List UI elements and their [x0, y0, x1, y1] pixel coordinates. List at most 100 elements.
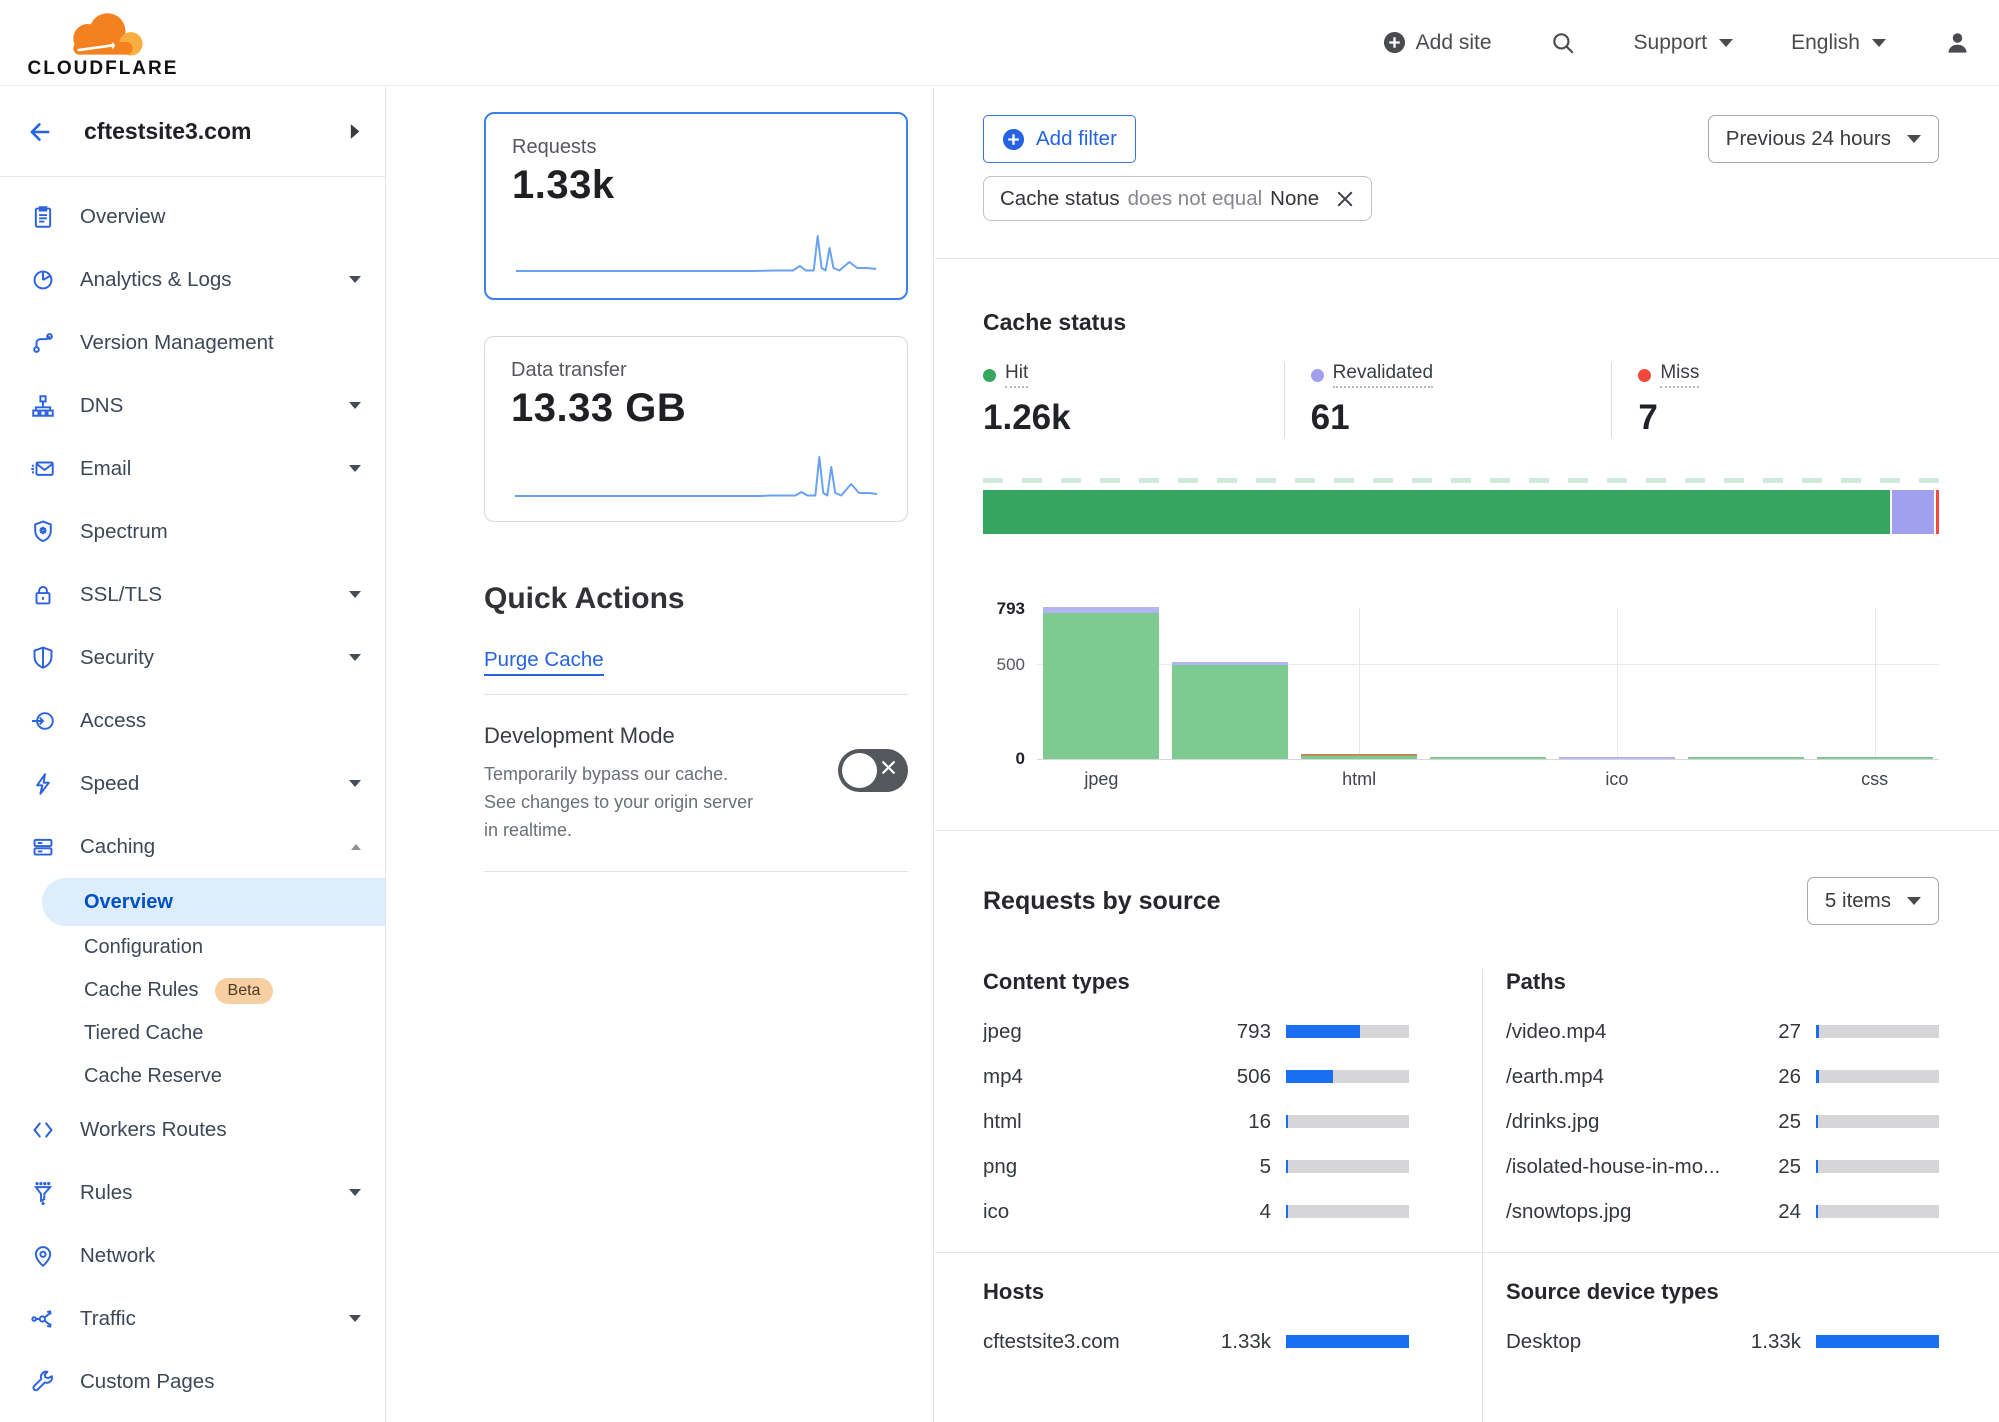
- bar-column: [1810, 608, 1939, 759]
- table-row: /earth.mp4 26: [1506, 1054, 1939, 1099]
- add-site-button[interactable]: Add site: [1383, 31, 1492, 55]
- miss-value: 7: [1638, 398, 1929, 438]
- paths-table: Paths /video.mp4 27 /earth.mp4 26 /drink…: [1506, 969, 1939, 1234]
- sidebar-item-spectrum[interactable]: Spectrum: [0, 500, 385, 563]
- miss-legend-dot: [1638, 369, 1651, 382]
- requests-by-source-title: Requests by source: [983, 887, 1221, 916]
- search-icon: [1550, 30, 1576, 56]
- top-bar: CLOUDFLARE Add site Support English: [0, 0, 1999, 86]
- account-avatar[interactable]: [1944, 29, 1971, 56]
- sidebar-item-ssl-tls[interactable]: SSL/TLS: [0, 563, 385, 626]
- server-stack-icon: [28, 834, 58, 860]
- content-types-table: Content types jpeg 793 mp4 506 html 16: [983, 969, 1459, 1234]
- sidebar-item-overview[interactable]: Overview: [0, 185, 385, 248]
- share-network-icon: [28, 1306, 58, 1332]
- revalidated-label[interactable]: Revalidated: [1333, 362, 1433, 388]
- sidebar-item-caching[interactable]: Caching: [0, 815, 385, 878]
- items-count-select[interactable]: 5 items: [1807, 877, 1939, 925]
- bar-segment-hit: [1301, 756, 1417, 759]
- progress-bar: [1816, 1115, 1939, 1128]
- stacked-hit-segment: [983, 490, 1890, 534]
- requests-sparkline: [512, 226, 880, 284]
- sidebar-item-dns[interactable]: DNS: [0, 374, 385, 437]
- close-icon[interactable]: [1335, 189, 1355, 209]
- chevron-down-icon: [349, 402, 361, 409]
- add-filter-button[interactable]: Add filter: [983, 115, 1136, 163]
- x-tick-label: jpeg: [1037, 769, 1166, 790]
- chevron-down-icon: [1872, 39, 1886, 47]
- stacked-revalidated-segment: [1890, 490, 1934, 534]
- sidebar-item-security[interactable]: Security: [0, 626, 385, 689]
- cloudflare-wordmark: CLOUDFLARE: [28, 58, 179, 80]
- progress-bar: [1286, 1335, 1409, 1348]
- progress-bar: [1816, 1160, 1939, 1173]
- chevron-right-icon[interactable]: [348, 123, 361, 140]
- sidebar-item-custom-pages[interactable]: Custom Pages: [0, 1350, 385, 1413]
- stat-revalidated: Revalidated 61: [1284, 362, 1612, 438]
- sidebar-item-access[interactable]: Access: [0, 689, 385, 752]
- hierarchy-icon: [28, 393, 58, 419]
- cache-status-title: Cache status: [983, 309, 1939, 336]
- location-pin-icon: [28, 1243, 58, 1269]
- plus-circle-icon: [1002, 128, 1025, 151]
- sidebar-item-network[interactable]: Network: [0, 1224, 385, 1287]
- cloudflare-logo[interactable]: CLOUDFLARE: [18, 6, 188, 80]
- sidebar-item-analytics-logs[interactable]: Analytics & Logs: [0, 248, 385, 311]
- sidebar-nav: Overview Analytics & Logs Version Manage…: [0, 177, 385, 1413]
- cache-status-bar-chart: 793 500 0 jpeghtmlicocss: [983, 608, 1939, 790]
- time-range-select[interactable]: Previous 24 hours: [1708, 115, 1939, 163]
- bar-column: [1552, 608, 1681, 759]
- sidebar-subitem-caching-overview[interactable]: Overview: [42, 878, 385, 926]
- x-tick-label: [1166, 769, 1295, 790]
- sidebar-item-workers-routes[interactable]: Workers Routes: [0, 1098, 385, 1161]
- bar-column: [1037, 608, 1166, 759]
- development-mode-title: Development Mode: [484, 723, 762, 749]
- table-row: png 5: [983, 1144, 1409, 1189]
- hit-label[interactable]: Hit: [1005, 362, 1028, 388]
- sidebar-item-email[interactable]: Email: [0, 437, 385, 500]
- sidebar-subitem-cache-reserve[interactable]: Cache Reserve: [0, 1055, 385, 1098]
- bar-segment-hit: [1688, 757, 1804, 759]
- data-transfer-card[interactable]: Data transfer 13.33 GB: [484, 336, 908, 522]
- miss-label[interactable]: Miss: [1660, 362, 1699, 388]
- funnel-icon: [28, 1180, 58, 1206]
- sidebar-item-speed[interactable]: Speed: [0, 752, 385, 815]
- search-button[interactable]: [1550, 30, 1576, 56]
- bar-segment-hit: [1043, 613, 1159, 759]
- x-axis-labels: jpeghtmlicocss: [1037, 769, 1939, 790]
- sidebar-item-version-management[interactable]: Version Management: [0, 311, 385, 374]
- bar-segment-hit: [1172, 665, 1288, 759]
- table-row: /snowtops.jpg 24: [1506, 1189, 1939, 1234]
- filter-chip[interactable]: Cache status does not equal None: [983, 176, 1372, 221]
- summary-column: Requests 1.33k Data transfer 13.33 GB Qu…: [387, 87, 934, 1422]
- chevron-down-icon: [349, 591, 361, 598]
- sidebar-item-rules[interactable]: Rules: [0, 1161, 385, 1224]
- source-device-types-table: Source device types Desktop 1.33k: [1506, 1279, 1939, 1364]
- purge-cache-link[interactable]: Purge Cache: [484, 648, 604, 676]
- stacked-miss-segment: [1934, 490, 1939, 534]
- sidebar-subitem-tiered-cache[interactable]: Tiered Cache: [0, 1012, 385, 1055]
- comparison-dash-strip: [983, 478, 1939, 483]
- sidebar-subitem-cache-rules[interactable]: Cache Rules Beta: [0, 969, 385, 1012]
- progress-bar: [1286, 1025, 1409, 1038]
- back-arrow-icon[interactable]: [26, 118, 54, 146]
- site-switcher[interactable]: cftestsite3.com: [0, 87, 385, 177]
- data-transfer-card-value: 13.33 GB: [511, 386, 881, 431]
- chevron-down-icon: [349, 1315, 361, 1322]
- language-menu[interactable]: English: [1791, 31, 1886, 55]
- requests-by-source-grid: Content types jpeg 793 mp4 506 html 16: [983, 969, 1939, 1364]
- bar-column: [1681, 608, 1810, 759]
- sidebar-item-traffic[interactable]: Traffic: [0, 1287, 385, 1350]
- progress-bar: [1286, 1070, 1409, 1083]
- sidebar-subitem-configuration[interactable]: Configuration: [0, 926, 385, 969]
- development-mode-toggle[interactable]: [838, 749, 908, 792]
- beta-badge: Beta: [215, 978, 274, 1004]
- chevron-down-icon: [1907, 897, 1921, 905]
- filter-chip-field: Cache status: [1000, 187, 1120, 211]
- code-brackets-icon: [28, 1117, 58, 1143]
- development-mode-description: Temporarily bypass our cache. See change…: [484, 761, 762, 845]
- progress-bar: [1816, 1070, 1939, 1083]
- requests-card[interactable]: Requests 1.33k: [484, 112, 908, 300]
- cache-status-stacked-bar: [983, 490, 1939, 534]
- support-menu[interactable]: Support: [1634, 31, 1734, 55]
